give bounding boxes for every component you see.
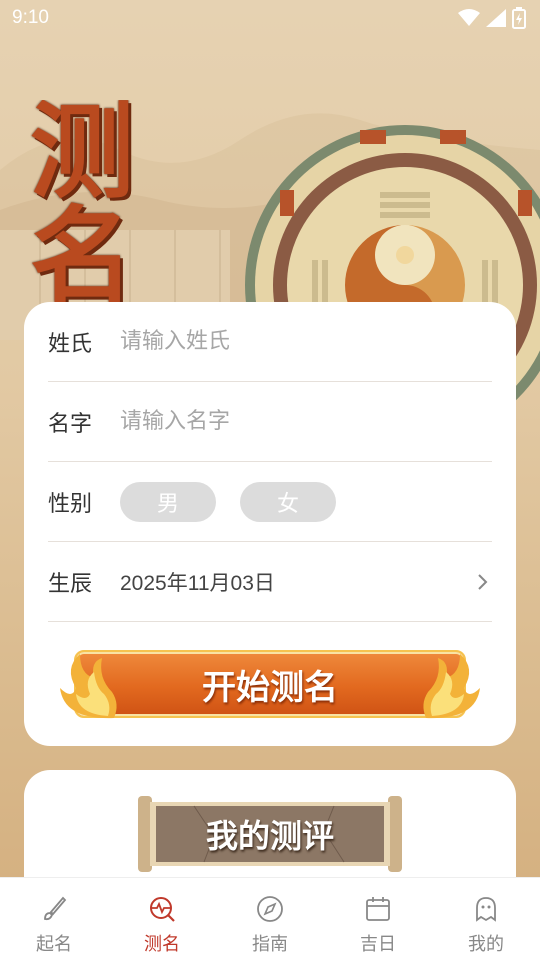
tab-name-test-label: 测名 bbox=[144, 934, 180, 955]
status-time: 9:10 bbox=[12, 7, 49, 28]
wifi-icon bbox=[458, 9, 480, 26]
hero-title-char-1: 测 bbox=[30, 100, 135, 213]
surname-input[interactable] bbox=[120, 329, 492, 354]
tab-lucky-days[interactable]: 吉日 bbox=[324, 878, 432, 960]
tab-guide[interactable]: 指南 bbox=[216, 878, 324, 960]
surname-label: 姓氏 bbox=[48, 331, 93, 357]
ghost-icon bbox=[476, 897, 496, 922]
bottom-tab-bar: 起名 测名 指南 吉日 我的 bbox=[0, 877, 540, 960]
birth-date-label: 生辰 bbox=[48, 571, 93, 597]
hero-title: 测 名 bbox=[30, 100, 150, 310]
tab-mine[interactable]: 我的 bbox=[432, 878, 540, 960]
gender-row: 性别 男 女 bbox=[48, 462, 492, 542]
gender-male-button[interactable]: 男 bbox=[120, 481, 216, 522]
tab-mine-label: 我的 bbox=[468, 934, 504, 955]
flame-left-icon bbox=[60, 654, 117, 719]
brush-icon bbox=[44, 896, 67, 921]
surname-row: 姓氏 bbox=[48, 302, 492, 382]
name-test-form-card: 姓氏 名字 性别 男 女 生辰 2025年11月03日 开始测名 bbox=[24, 302, 516, 746]
tab-naming-label: 起名 bbox=[36, 934, 72, 955]
gender-label: 性别 bbox=[48, 491, 93, 517]
start-test-label: 开始测名 bbox=[202, 667, 338, 708]
my-review-title: 我的测评 bbox=[205, 817, 334, 855]
battery-icon bbox=[512, 7, 526, 29]
calendar-icon bbox=[366, 897, 390, 921]
tab-name-test[interactable]: 测名 bbox=[108, 878, 216, 960]
my-review-banner[interactable]: 我的测评 bbox=[134, 796, 406, 872]
given-name-row: 名字 bbox=[48, 382, 492, 462]
tab-guide-label: 指南 bbox=[252, 934, 288, 955]
hero-title-char-2: 名 bbox=[30, 194, 135, 310]
tab-lucky-days-label: 吉日 bbox=[360, 934, 396, 955]
start-test-button[interactable]: 开始测名 bbox=[60, 650, 480, 719]
gender-female-button[interactable]: 女 bbox=[240, 481, 336, 522]
given-name-input[interactable] bbox=[120, 409, 492, 434]
given-name-label: 名字 bbox=[48, 411, 93, 437]
birth-date-row[interactable]: 生辰 2025年11月03日 bbox=[48, 542, 492, 622]
pulse-search-icon bbox=[150, 897, 175, 922]
flame-right-icon bbox=[423, 654, 480, 719]
chevron-right-icon bbox=[478, 573, 488, 590]
compass-icon bbox=[257, 896, 283, 922]
status-bar: 9:10 bbox=[0, 0, 540, 36]
signal-icon bbox=[486, 9, 506, 27]
tab-naming[interactable]: 起名 bbox=[0, 878, 108, 960]
birth-date-value: 2025年11月03日 bbox=[120, 571, 275, 595]
